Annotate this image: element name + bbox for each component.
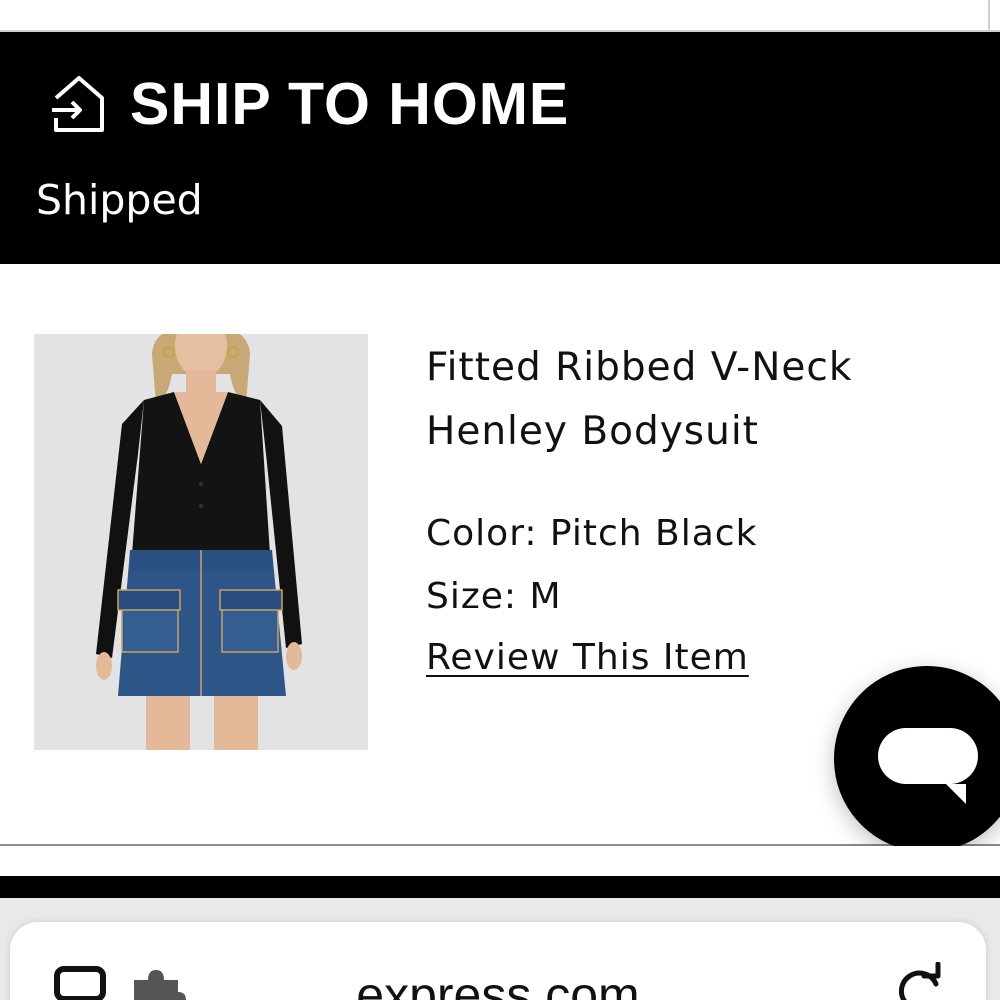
item-name-line1: Fitted Ribbed V-Neck: [426, 345, 853, 390]
product-photo: [34, 334, 368, 750]
url-text[interactable]: express.com: [10, 966, 986, 1000]
item-details: Fitted Ribbed V-Neck Henley Bodysuit Col…: [426, 336, 966, 688]
ship-title-row: SHIP TO HOME: [50, 74, 569, 134]
reload-icon[interactable]: [892, 962, 946, 1000]
ship-method-title: SHIP TO HOME: [130, 70, 570, 137]
item-size: Size: M: [426, 576, 562, 617]
next-section-header: [0, 876, 1000, 898]
card-gap: [0, 846, 1000, 876]
item-color: Color: Pitch Black: [426, 513, 758, 554]
browser-toolbar: express.com: [0, 898, 1000, 1000]
shipment-status: Shipped: [36, 176, 203, 224]
review-item-link[interactable]: Review This Item: [426, 628, 749, 688]
chat-bubble-icon: [878, 728, 978, 804]
previous-card-edge: [0, 0, 1000, 46]
address-bar[interactable]: express.com: [10, 922, 986, 1000]
order-details-page: SHIP TO HOME Shipped Fitted Ribbed V-Nec…: [0, 0, 1000, 1000]
product-image[interactable]: [34, 334, 368, 750]
home-arrow-icon: [52, 76, 104, 132]
ship-to-home-header: SHIP TO HOME Shipped: [0, 32, 1000, 264]
item-name-line2: Henley Bodysuit: [426, 409, 759, 454]
